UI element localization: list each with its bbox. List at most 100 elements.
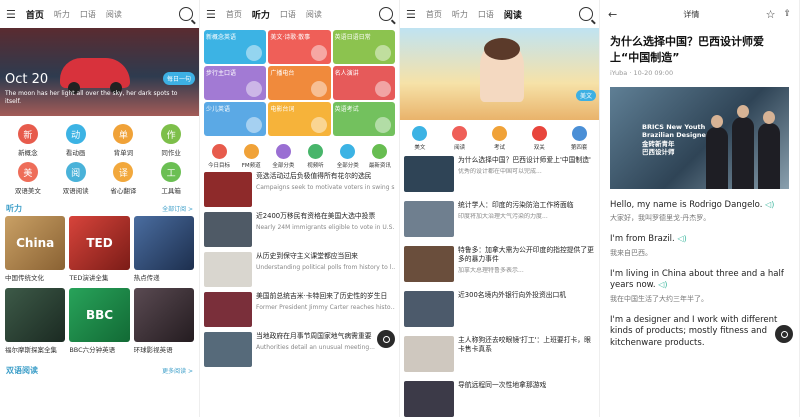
daily-tag[interactable]: 每日一句 bbox=[162, 72, 195, 85]
top-nav: ☰ 首页 听力 口语 阅读 bbox=[400, 0, 599, 28]
paragraph[interactable]: I'm living in China about three and a ha… bbox=[600, 269, 799, 304]
menu-icon[interactable]: ☰ bbox=[6, 8, 16, 21]
category-tile[interactable]: 美文·诗歌·散事 bbox=[268, 30, 331, 64]
quick-item[interactable]: 视频听 bbox=[301, 144, 331, 169]
news-row[interactable]: 当地政府在月事节周国家地气病需重要 Authorities detail an u… bbox=[204, 332, 395, 369]
category-tile[interactable]: 英语考试 bbox=[332, 102, 395, 136]
article-meta: iYuba · 10-20 09:00 bbox=[610, 68, 674, 77]
article-row[interactable]: 导航远程同一次性地拿那游戏 bbox=[404, 381, 595, 417]
article-title: 导航远程同一次性地拿那游戏 bbox=[458, 381, 547, 389]
speaker-icon[interactable]: ◁) bbox=[677, 234, 686, 243]
speaker-icon[interactable]: ◁) bbox=[658, 280, 667, 289]
tab-reading[interactable]: 阅读 bbox=[106, 9, 122, 20]
cat-label: 考试 bbox=[493, 145, 505, 151]
course-card[interactable]: BBC BBC六分钟英语 bbox=[69, 288, 130, 358]
feature-item[interactable]: 美双语美文 bbox=[4, 162, 52, 196]
quick-item[interactable]: 最新资讯 bbox=[365, 144, 395, 169]
article-row[interactable]: 为什么选择中国？巴西设计师爱上'中国制造' 优秀的设计都在中国可以完成... bbox=[404, 156, 595, 196]
radio-icon bbox=[243, 144, 259, 159]
person-figure bbox=[706, 114, 728, 189]
tab-speaking[interactable]: 口语 bbox=[80, 9, 96, 20]
feature-item[interactable]: 作同作业 bbox=[147, 124, 195, 158]
tab-listening[interactable]: 听力 bbox=[252, 8, 270, 21]
subscribe-link[interactable]: 全部订阅 > bbox=[162, 204, 193, 213]
feature-item[interactable]: 单背单词 bbox=[100, 124, 148, 158]
translate-icon: 译 bbox=[113, 162, 134, 182]
detail-title: 详情 bbox=[683, 9, 700, 19]
news-row[interactable]: 从历史到保守主义课堂都应当回来 Understanding political p… bbox=[204, 252, 395, 289]
home-screen: ☰ 首页 听力 口语 阅读 Oct 20 每日一句 The moon has h… bbox=[0, 0, 200, 417]
category-tile[interactable]: 少儿英语 bbox=[204, 102, 267, 136]
back-arrow-icon[interactable]: ← bbox=[608, 8, 617, 21]
search-fab[interactable] bbox=[377, 330, 395, 348]
brics-caption: BRICS New Youth Brazilian Designer 金砖新青年… bbox=[642, 122, 710, 157]
search-fab[interactable] bbox=[775, 325, 793, 343]
star-icon[interactable]: ☆ bbox=[766, 8, 776, 21]
tile-label: 广播电台 bbox=[270, 70, 295, 77]
course-card[interactable]: TED TED演讲全集 bbox=[69, 216, 130, 286]
category-tile[interactable]: 新概念英语 bbox=[204, 30, 267, 64]
feature-label: 同作业 bbox=[161, 149, 181, 157]
daily-sentence-banner[interactable]: Oct 20 每日一句 The moon has her light all o… bbox=[0, 28, 199, 116]
search-icon[interactable] bbox=[379, 7, 393, 21]
tab-home[interactable]: 首页 bbox=[226, 9, 242, 20]
category-tile[interactable]: 广播电台 bbox=[268, 66, 331, 100]
feature-item[interactable]: 新新概念 bbox=[4, 124, 52, 158]
article-row[interactable]: 主人称狗还去咬眼镜'打工'：上班要打卡，眼卡售卡真系 bbox=[404, 336, 595, 376]
speaker-icon[interactable]: ◁) bbox=[765, 200, 774, 209]
tab-reading[interactable]: 阅读 bbox=[504, 8, 522, 21]
search-icon[interactable] bbox=[579, 7, 593, 21]
reading-cat[interactable]: 美文 bbox=[404, 126, 436, 151]
course-card[interactable]: 热点传递 bbox=[133, 216, 194, 286]
reading-categories: 美文 阅读 考试 双关 第四套 bbox=[400, 120, 599, 151]
news-row[interactable]: 竞选活动过后负极值得所有花尔的选民 Campaigns seek to motiv… bbox=[204, 172, 395, 209]
search-icon[interactable] bbox=[179, 7, 193, 21]
reading-banner[interactable]: 美文 bbox=[400, 28, 599, 120]
tab-reading[interactable]: 阅读 bbox=[306, 9, 322, 20]
category-tile[interactable]: 电影台词 bbox=[268, 102, 331, 136]
tab-speaking[interactable]: 口语 bbox=[280, 9, 296, 20]
quick-item[interactable]: 今日目标 bbox=[204, 144, 234, 169]
tab-home[interactable]: 首页 bbox=[426, 9, 442, 20]
reading-cat[interactable]: 考试 bbox=[483, 126, 515, 151]
paragraph[interactable]: Hello, my name is Rodrigo Dangelo. ◁) 大家好… bbox=[600, 200, 799, 223]
paragraph[interactable]: I'm from Brazil. ◁) 我来自巴西。 bbox=[600, 234, 799, 257]
category-tile[interactable]: 名人演讲 bbox=[332, 66, 395, 100]
quick-item[interactable]: FM频道 bbox=[236, 144, 266, 169]
feature-item[interactable]: 阅双语阅读 bbox=[52, 162, 100, 196]
reading-cat[interactable]: 双关 bbox=[523, 126, 555, 151]
tab-home[interactable]: 首页 bbox=[26, 8, 44, 21]
news-row[interactable]: 美国前总统吉米·卡特回来了历史性的岁生日 Former President Jim… bbox=[204, 292, 395, 329]
feature-item[interactable]: 译省心翻译 bbox=[100, 162, 148, 196]
tile-icon bbox=[374, 117, 391, 133]
menu-icon[interactable]: ☰ bbox=[406, 8, 416, 21]
animation-icon: 动 bbox=[65, 124, 86, 144]
car-illustration bbox=[60, 58, 130, 94]
quick-item[interactable]: 全部分类 bbox=[268, 144, 298, 169]
tab-listening[interactable]: 听力 bbox=[452, 9, 468, 20]
tab-listening[interactable]: 听力 bbox=[54, 9, 70, 20]
more-reading-link[interactable]: 更多阅读 > bbox=[162, 366, 193, 375]
screens: ☰ 首页 听力 口语 阅读 Oct 20 每日一句 The moon has h… bbox=[0, 0, 800, 417]
share-icon[interactable]: ⇪ bbox=[783, 9, 791, 19]
article-row[interactable]: 统计学人：印度的污染防治工作将面临 印度将加大治理大气污染的力度... bbox=[404, 201, 595, 241]
article-row[interactable]: 近300名境内外银行向外投资出口机 bbox=[404, 291, 595, 331]
section-title: 听力 bbox=[6, 203, 22, 213]
reading-cat[interactable]: 阅读 bbox=[444, 126, 476, 151]
news-thumb bbox=[204, 252, 252, 287]
course-card[interactable]: China 中国传统文化 bbox=[5, 216, 66, 286]
paragraph[interactable]: I'm a designer and I work with different… bbox=[600, 315, 799, 349]
tab-speaking[interactable]: 口语 bbox=[478, 9, 494, 20]
article-row[interactable]: 特鲁多：加拿大需为公开印度的指控提供了更多的暴力事件 加拿大总理特鲁多表示... bbox=[404, 246, 595, 286]
quick-item[interactable]: 全部分类 bbox=[333, 144, 363, 169]
feature-item[interactable]: 工工具箱 bbox=[147, 162, 195, 196]
reading-cat[interactable]: 第四套 bbox=[563, 126, 595, 151]
category-tile[interactable]: 步行主口语 bbox=[204, 66, 267, 100]
menu-icon[interactable]: ☰ bbox=[206, 8, 216, 21]
category-tile[interactable]: 英语日语日常 bbox=[332, 30, 395, 64]
course-thumb: BBC bbox=[69, 288, 130, 342]
course-card[interactable]: 福尔摩斯探案全集 bbox=[5, 288, 66, 358]
news-row[interactable]: 近2400万移民有资格在美国大选中投票 Nearly 24M immigrants… bbox=[204, 212, 395, 249]
feature-item[interactable]: 动看动画 bbox=[52, 124, 100, 158]
course-card[interactable]: 环球影视英语 bbox=[133, 288, 194, 358]
